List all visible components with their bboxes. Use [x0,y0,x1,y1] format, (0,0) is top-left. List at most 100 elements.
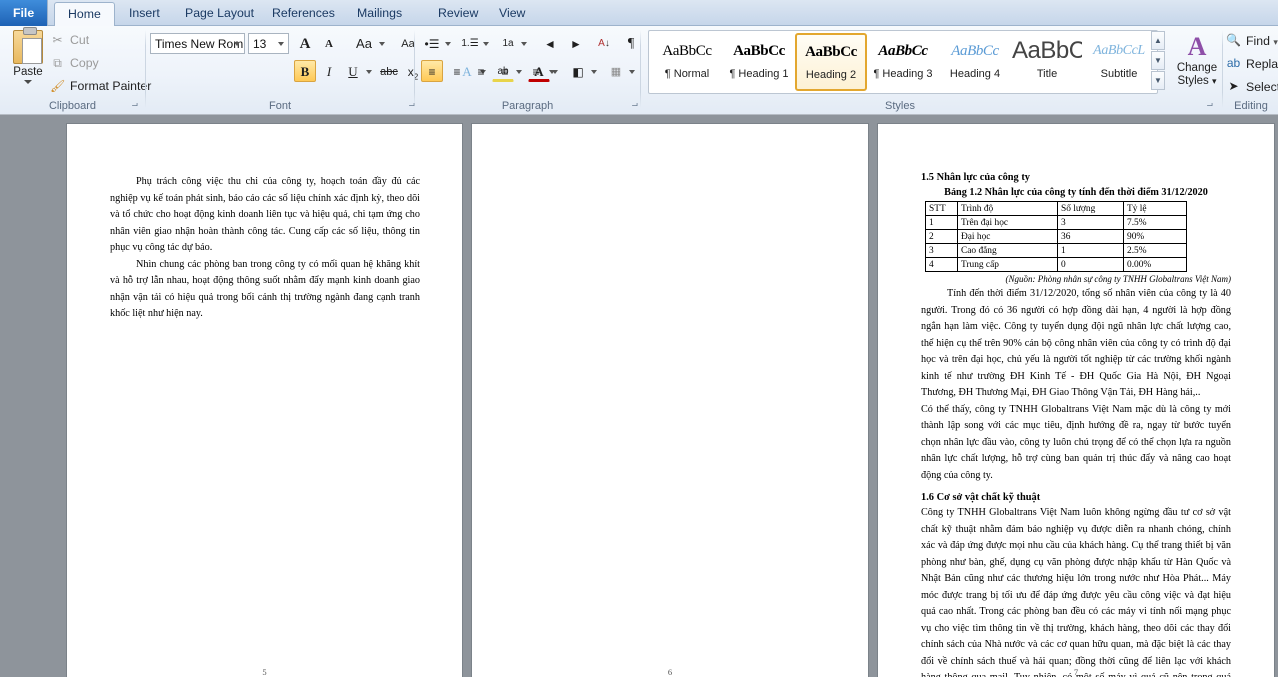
line-spacing-button[interactable]: ≡ [525,60,547,82]
cut-label: Cut [70,33,90,47]
tab-review[interactable]: Review [425,2,491,26]
style-preview: AaBbCc [733,43,785,59]
table-body: STT Trình độ Số lượng Tỷ lệ 1 Trên đại h… [925,201,1187,272]
justify-button[interactable]: ≡ [494,60,516,82]
multilevel-caret-icon[interactable] [519,32,530,54]
group-label-styles: Styles [885,100,915,112]
style-preview: AaBbCc [1012,37,1082,64]
align-left-button[interactable]: ≡ [421,60,443,82]
borders-icon: ▦ [610,66,622,78]
font-size-combo[interactable]: 13 [248,33,289,54]
document-page-5[interactable]: Phụ trách công việc thu chi của công ty,… [67,124,462,677]
change-case-button[interactable]: Aa [349,32,379,54]
sort-button[interactable]: A↓ [593,32,615,54]
staff-table: STT Trình độ Số lượng Tỷ lệ 1 Trên đại h… [925,201,1187,272]
replace-button[interactable]: ab Repla [1224,53,1278,75]
change-styles-button[interactable]: A Change Styles ▾ [1170,32,1224,88]
tab-file[interactable]: File [0,0,48,26]
style-item-heading-2[interactable]: AaBbCc Heading 2 [795,33,867,91]
paste-dropdown-icon[interactable] [24,80,32,84]
chevron-down-icon [278,42,284,46]
style-item-heading-4[interactable]: AaBbCc Heading 4 [939,33,1011,91]
style-item-heading-3[interactable]: AaBbCc ¶ Heading 3 [867,33,939,91]
tab-mailings[interactable]: Mailings [344,2,415,26]
align-right-button[interactable]: ≡ [470,60,492,82]
bullets-button[interactable]: •☰ [421,32,443,54]
paste-icon [13,27,43,64]
table-cell: 0 [1057,257,1124,272]
table-cell: 0.00% [1123,257,1187,272]
format-painter-button[interactable]: 🖌 Format Painter [48,76,151,97]
copy-button[interactable]: ⧉ Copy [48,53,99,74]
find-button[interactable]: 🔍 Find ▾ [1224,30,1278,52]
cursor-arrow-icon: ➤ [1228,79,1239,93]
styles-dialog-launcher[interactable] [1202,100,1213,111]
paragraph: Nhìn chung các phòng ban trong công ty c… [110,258,420,320]
table-row: 4 Trung cấp 0 0.00% [925,257,1187,272]
pilcrow-icon: ¶ [627,36,635,51]
styles-scroll-down-button[interactable]: ▼ [1151,51,1165,70]
change-case-caret-icon[interactable] [377,32,388,54]
grow-font-button[interactable]: A [294,32,316,54]
copy-icon: ⧉ [53,56,62,70]
paragraph-dialog-launcher[interactable] [627,100,638,111]
align-center-button[interactable]: ≡ [446,60,468,82]
style-item-subtitle[interactable]: AaBbCcL Subtitle [1083,33,1155,91]
show-formatting-marks-button[interactable]: ¶ [620,32,642,54]
style-item-heading-1[interactable]: AaBbCc ¶ Heading 1 [723,33,795,91]
underline-caret-icon[interactable] [364,60,375,82]
tab-references[interactable]: References [259,2,348,26]
align-left-icon: ≡ [428,65,436,79]
shading-caret-icon[interactable] [589,60,600,82]
style-item-normal[interactable]: AaBbCc ¶ Normal [651,33,723,91]
chevron-up-icon: ▲ [1154,36,1162,45]
style-item-title[interactable]: AaBbCc Title [1011,33,1083,91]
paste-button[interactable]: Paste [6,27,50,100]
bullets-caret-icon[interactable] [443,32,454,54]
style-preview: AaBbCc [951,43,999,59]
styles-gallery[interactable]: AaBbCc ¶ Normal AaBbCc ¶ Heading 1 AaBbC… [648,30,1158,94]
styles-more-button[interactable]: ▼ [1151,71,1165,90]
font-family-combo[interactable]: Times New Rom [150,33,245,54]
ribbon-body: Paste ✂ Cut ⧉ Copy 🖌 Format Painter Clip… [0,26,1278,114]
increase-indent-button[interactable]: ► [565,32,587,54]
document-page-7[interactable]: 1.5 Nhân lực của công ty Bảng 1.2 Nhân l… [878,124,1274,677]
cut-button[interactable]: ✂ Cut [48,30,89,51]
bold-button[interactable]: B [294,60,316,82]
paste-label: Paste [13,66,43,78]
table-cell: 3 [925,243,958,258]
document-canvas[interactable]: Phụ trách công việc thu chi của công ty,… [0,115,1278,677]
tab-view[interactable]: View [486,2,538,26]
table-row: 2 Đại học 36 90% [925,229,1187,244]
numbering-button[interactable]: 1.☰ [459,32,481,54]
font-family-value: Times New Rom [155,37,244,51]
page-6-content [472,124,868,677]
numbering-caret-icon[interactable] [481,32,492,54]
tab-page-layout[interactable]: Page Layout [172,2,267,26]
decrease-indent-button[interactable]: ◄ [539,32,561,54]
ribbon: File Home Insert Page Layout References … [0,0,1278,115]
multilevel-list-button[interactable]: 1a [497,32,519,54]
document-page-6[interactable]: 6 [472,124,868,677]
line-spacing-caret-icon[interactable] [547,60,558,82]
separator-paragraph [640,30,641,108]
table-cell: 1 [1057,243,1124,258]
select-button[interactable]: ➤ Select [1224,76,1278,98]
styles-scroll-up-button[interactable]: ▲ [1151,31,1165,50]
shading-button[interactable]: ◧ [567,60,589,82]
underline-button[interactable]: U [342,60,364,82]
style-label: Subtitle [1100,68,1138,80]
shrink-font-button[interactable]: A [318,32,340,54]
style-label: ¶ Heading 1 [729,68,789,80]
style-preview: AaBbCc [662,43,712,59]
italic-label: I [326,64,332,79]
italic-button[interactable]: I [318,60,340,82]
borders-button[interactable]: ▦ [605,60,627,82]
tab-insert[interactable]: Insert [116,2,173,26]
table-cell: Đại học [957,229,1058,244]
strikethrough-button[interactable]: abc [378,60,400,82]
clipboard-dialog-launcher[interactable] [127,100,138,111]
tab-home[interactable]: Home [54,2,115,27]
grow-font-label: A [299,36,311,52]
borders-caret-icon[interactable] [627,60,638,82]
